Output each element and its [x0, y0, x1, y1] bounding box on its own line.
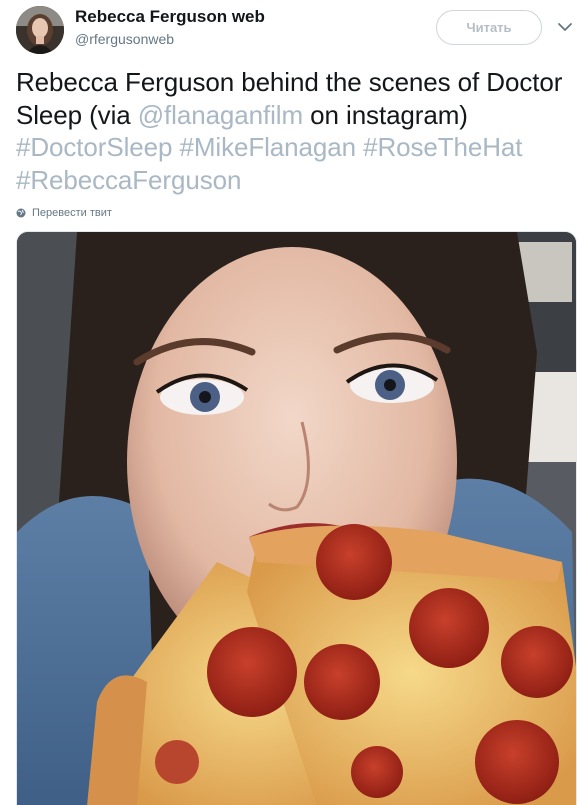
tweet-text: Rebecca Ferguson behind the scenes of Do…	[16, 66, 566, 196]
translate-label: Перевести твит	[32, 207, 112, 219]
avatar[interactable]	[16, 6, 64, 54]
hashtag-link[interactable]: #MikeFlanagan	[179, 132, 356, 162]
tweet-header: Rebecca Ferguson web @rferguson​web Чита…	[0, 0, 582, 60]
tweet-photo[interactable]	[16, 231, 577, 805]
display-name[interactable]: Rebecca Ferguson web	[75, 7, 265, 27]
globe-icon	[16, 208, 26, 218]
translate-tweet-link[interactable]: Перевести твит	[16, 205, 112, 221]
hashtag-link[interactable]: #RebeccaFerguson	[16, 165, 241, 195]
tweet-text-part: on instagram)	[303, 99, 468, 130]
follow-button[interactable]: Читать	[436, 10, 542, 45]
mention-link[interactable]: @flanaganfilm	[138, 100, 303, 130]
chevron-down-icon[interactable]	[556, 18, 574, 36]
user-handle[interactable]: @rferguson​web	[75, 31, 174, 47]
hashtag-link[interactable]: #RoseTheHat	[363, 132, 522, 162]
hashtag-link[interactable]: #DoctorSleep	[16, 132, 172, 162]
